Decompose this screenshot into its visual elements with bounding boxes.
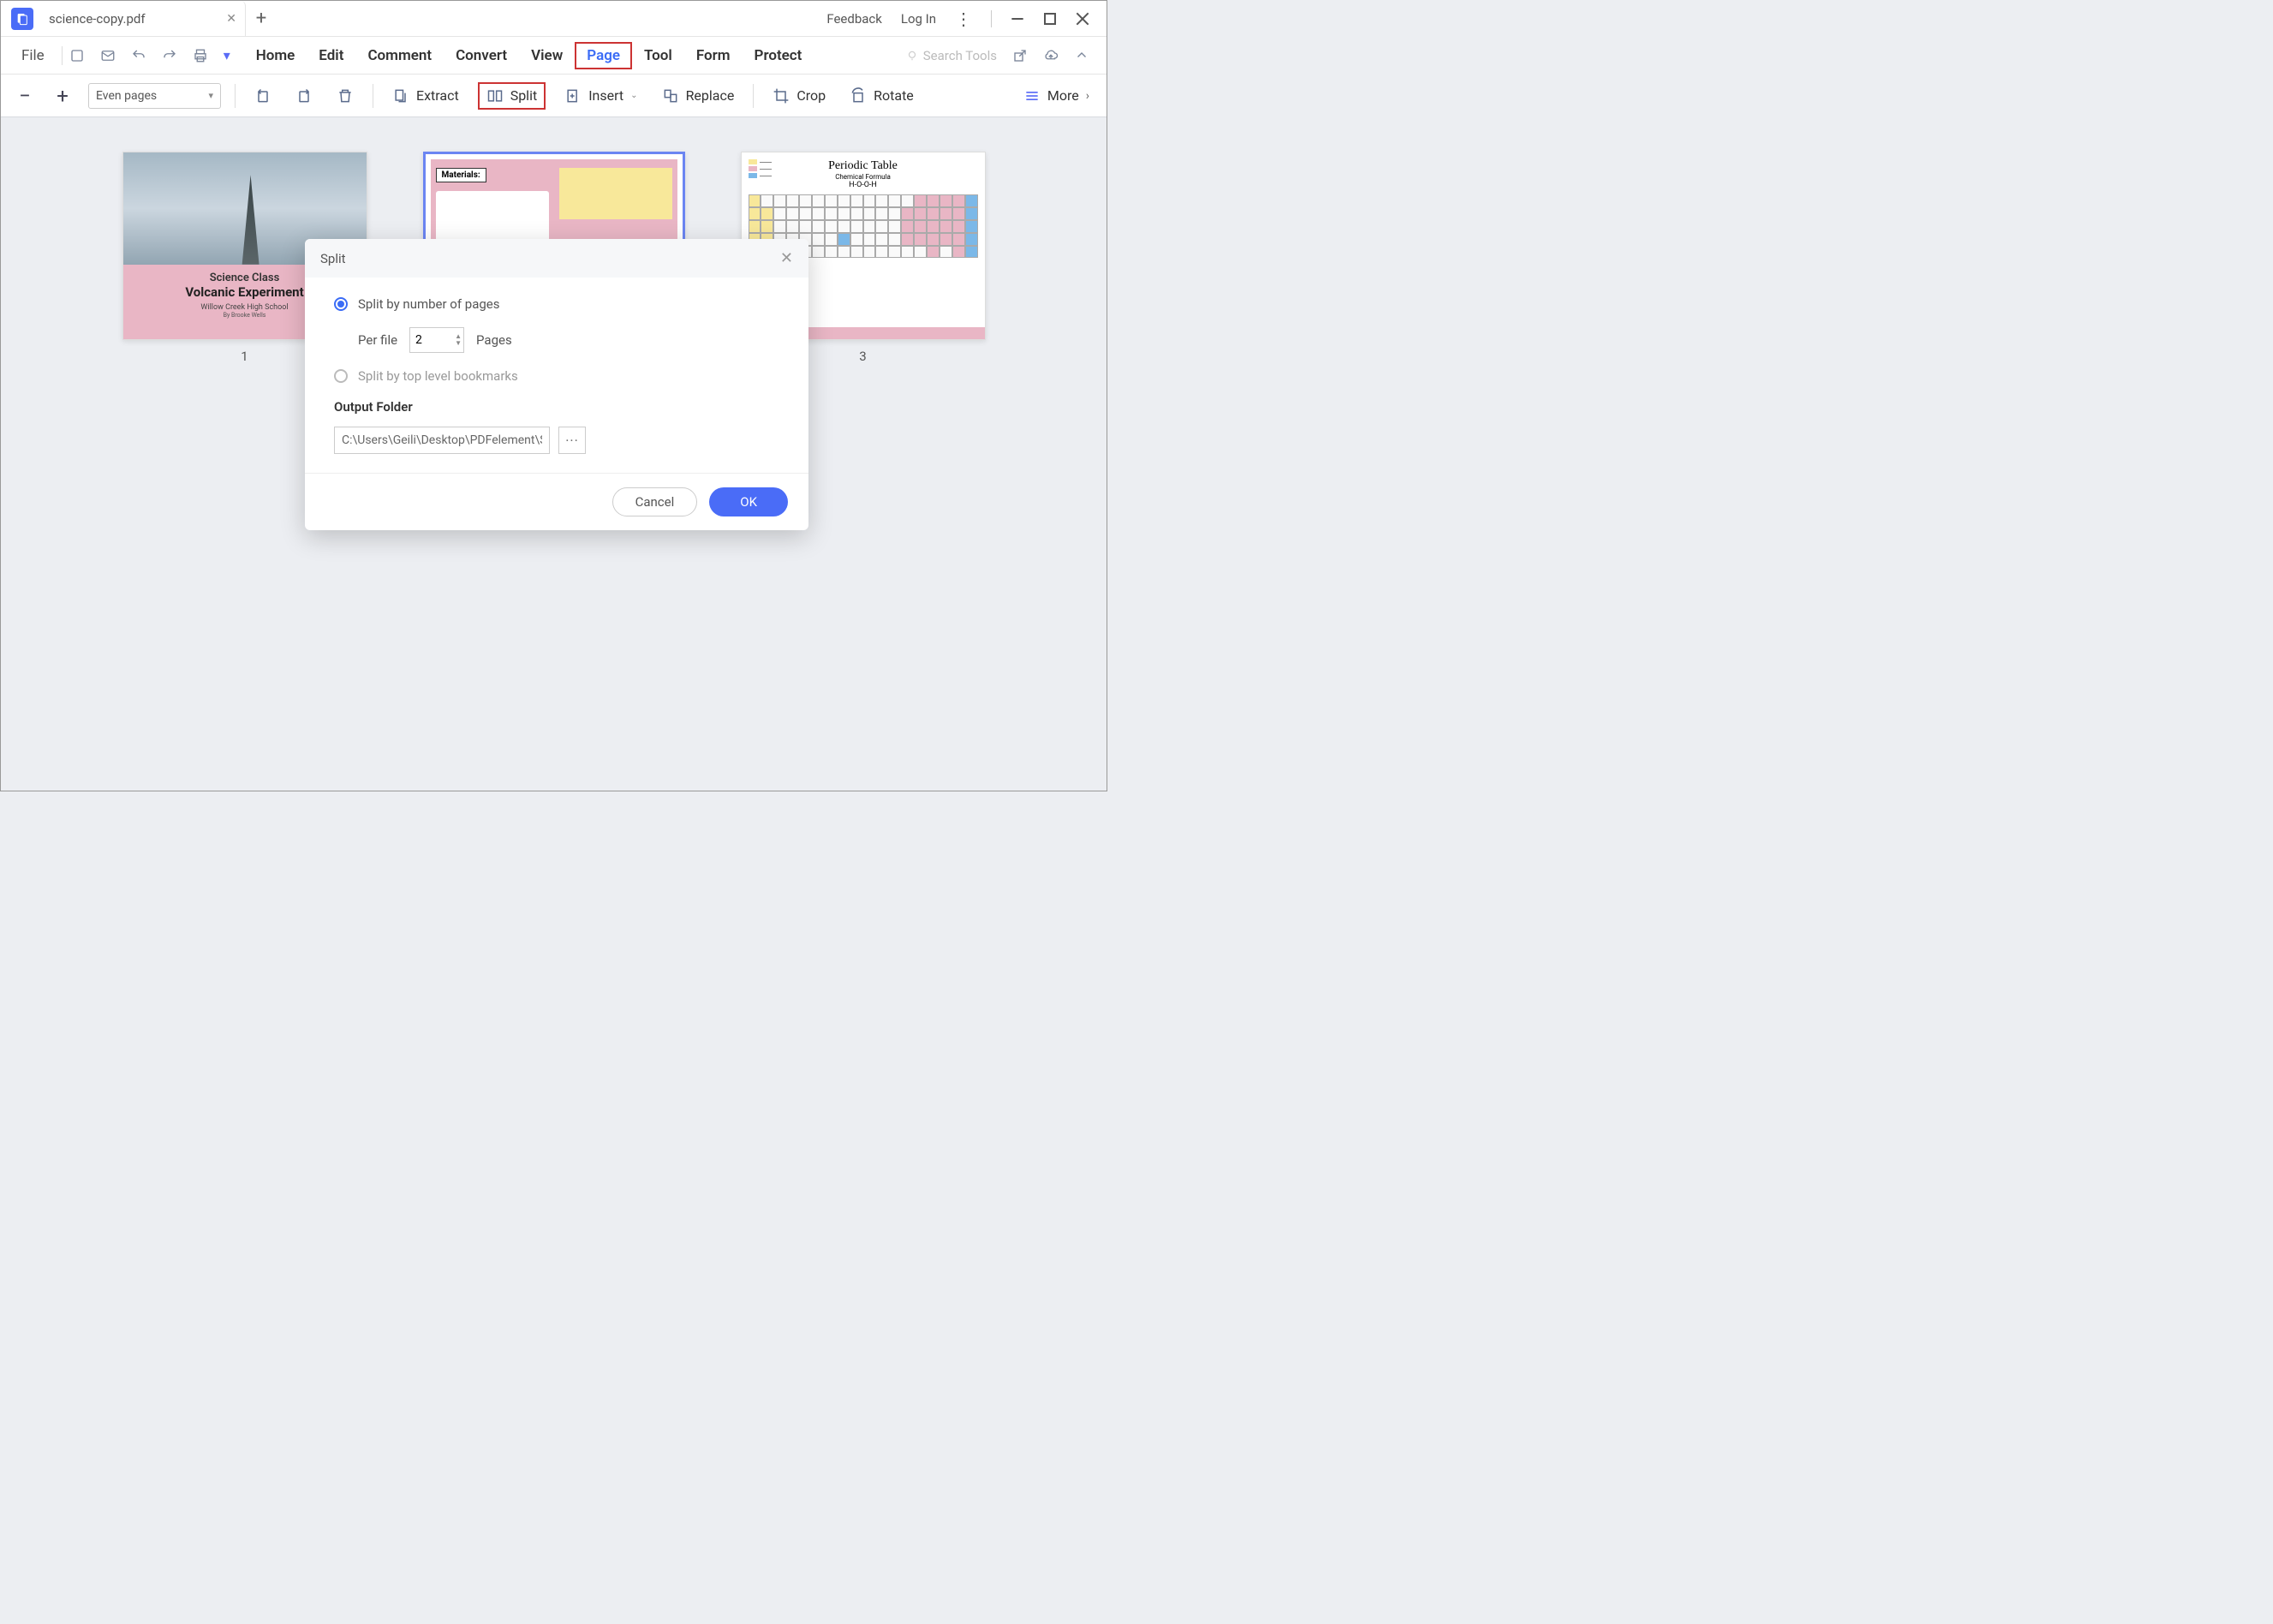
materials-label: Materials: (436, 168, 486, 182)
split-by-pages-radio[interactable]: Split by number of pages (334, 296, 785, 312)
close-window-icon[interactable] (1076, 12, 1089, 26)
menu-tool[interactable]: Tool (632, 42, 684, 69)
split-by-pages-label: Split by number of pages (358, 296, 500, 312)
split-label: Split (510, 87, 538, 104)
rotate-button[interactable]: Rotate (844, 84, 919, 108)
cancel-button[interactable]: Cancel (612, 487, 698, 516)
undo-icon[interactable] (131, 48, 146, 63)
lightbulb-icon (906, 50, 918, 62)
replace-icon (662, 87, 679, 104)
more-label: More (1047, 87, 1079, 104)
zoom-in-button[interactable]: + (51, 84, 75, 108)
separator (991, 10, 992, 27)
output-folder-label: Output Folder (334, 399, 785, 415)
menu-comment[interactable]: Comment (355, 42, 444, 69)
print-icon[interactable] (193, 48, 208, 63)
new-tab-button[interactable]: + (246, 3, 277, 34)
extract-button[interactable]: Extract (387, 84, 464, 108)
app-logo-icon (11, 8, 33, 30)
per-file-label: Per file (358, 332, 397, 348)
collapse-icon[interactable] (1074, 48, 1089, 63)
more-icon (1023, 87, 1041, 104)
pages-per-file-value[interactable] (410, 333, 444, 347)
separator (753, 84, 754, 108)
save-icon[interactable] (69, 48, 85, 63)
periodic-formula: H-O-O-H (749, 181, 978, 189)
menu-protect[interactable]: Protect (743, 42, 814, 69)
close-tab-icon[interactable]: ✕ (226, 12, 236, 26)
separator (62, 46, 63, 65)
minimize-icon[interactable] (1011, 12, 1024, 26)
split-dialog: Split ✕ Split by number of pages Per fil… (305, 239, 808, 530)
menu-form[interactable]: Form (684, 42, 743, 69)
replace-label: Replace (686, 87, 735, 104)
rotate-left-icon (254, 87, 271, 104)
search-tools-label: Search Tools (923, 48, 997, 63)
ok-button[interactable]: OK (709, 487, 788, 516)
page-number: 1 (241, 349, 248, 364)
pages-per-file-input[interactable]: ▲ ▼ (409, 327, 464, 353)
maximize-icon[interactable] (1043, 12, 1057, 26)
crop-label: Crop (796, 87, 826, 104)
replace-button[interactable]: Replace (657, 84, 740, 108)
chevron-down-icon: ⌄ (630, 91, 637, 100)
title-bar: science-copy.pdf ✕ + Feedback Log In ⋮ (1, 1, 1107, 37)
page-toolbar: − + Even pages ▾ Extract Split Insert ⌄ … (1, 75, 1107, 117)
browse-button[interactable]: ··· (558, 427, 586, 454)
split-button[interactable]: Split (478, 82, 546, 110)
split-by-bookmarks-label: Split by top level bookmarks (358, 368, 518, 384)
document-tab[interactable]: science-copy.pdf ✕ (40, 1, 246, 36)
output-folder-input[interactable] (334, 427, 550, 454)
crop-icon (773, 87, 790, 104)
periodic-title: Periodic Table (749, 159, 978, 173)
rotate-right-icon (295, 87, 313, 104)
separator (235, 84, 236, 108)
tab-title: science-copy.pdf (49, 11, 146, 27)
menu-convert[interactable]: Convert (444, 42, 519, 69)
kebab-menu-icon[interactable]: ⋮ (955, 9, 972, 29)
rotate-icon (850, 87, 867, 104)
page-number: 3 (859, 349, 866, 364)
pages-label: Pages (476, 332, 512, 348)
radio-icon (334, 297, 348, 311)
page-range-value: Even pages (96, 89, 157, 103)
zoom-out-button[interactable]: − (13, 84, 37, 108)
split-icon (486, 87, 504, 104)
extract-icon (392, 87, 409, 104)
cloud-icon[interactable] (1043, 48, 1059, 63)
menu-bar: File ▾ HomeEditCommentConvertViewPageToo… (1, 37, 1107, 75)
chevron-down-icon: ▾ (208, 90, 213, 101)
menu-edit[interactable]: Edit (307, 42, 355, 69)
search-tools[interactable]: Search Tools (906, 48, 997, 63)
feedback-link[interactable]: Feedback (826, 11, 882, 27)
insert-button[interactable]: Insert ⌄ (559, 84, 642, 108)
delete-page-button[interactable] (331, 84, 359, 108)
rotate-label: Rotate (874, 87, 914, 104)
more-button[interactable]: More › (1018, 84, 1095, 108)
chevron-right-icon: › (1086, 89, 1089, 103)
periodic-sub: Chemical Formula (749, 173, 978, 181)
crop-button[interactable]: Crop (767, 84, 831, 108)
split-by-bookmarks-radio[interactable]: Split by top level bookmarks (334, 368, 785, 384)
menu-page[interactable]: Page (575, 42, 632, 69)
external-link-icon[interactable] (1012, 48, 1028, 63)
menu-home[interactable]: Home (244, 42, 307, 69)
stepper-down-icon[interactable]: ▼ (455, 340, 462, 347)
rotate-left-button[interactable] (249, 84, 277, 108)
page-range-select[interactable]: Even pages ▾ (88, 83, 221, 109)
menu-file[interactable]: File (9, 42, 57, 69)
menu-view[interactable]: View (519, 42, 575, 69)
rotate-right-button[interactable] (290, 84, 318, 108)
dialog-title: Split (320, 251, 346, 266)
mail-icon[interactable] (100, 48, 116, 63)
customize-dropdown-icon[interactable]: ▾ (224, 47, 230, 63)
insert-icon (564, 87, 582, 104)
redo-icon[interactable] (162, 48, 177, 63)
login-link[interactable]: Log In (901, 11, 936, 27)
extract-label: Extract (416, 87, 459, 104)
trash-icon (337, 87, 354, 104)
insert-label: Insert (588, 87, 623, 104)
radio-icon (334, 369, 348, 383)
dialog-close-icon[interactable]: ✕ (780, 249, 793, 267)
